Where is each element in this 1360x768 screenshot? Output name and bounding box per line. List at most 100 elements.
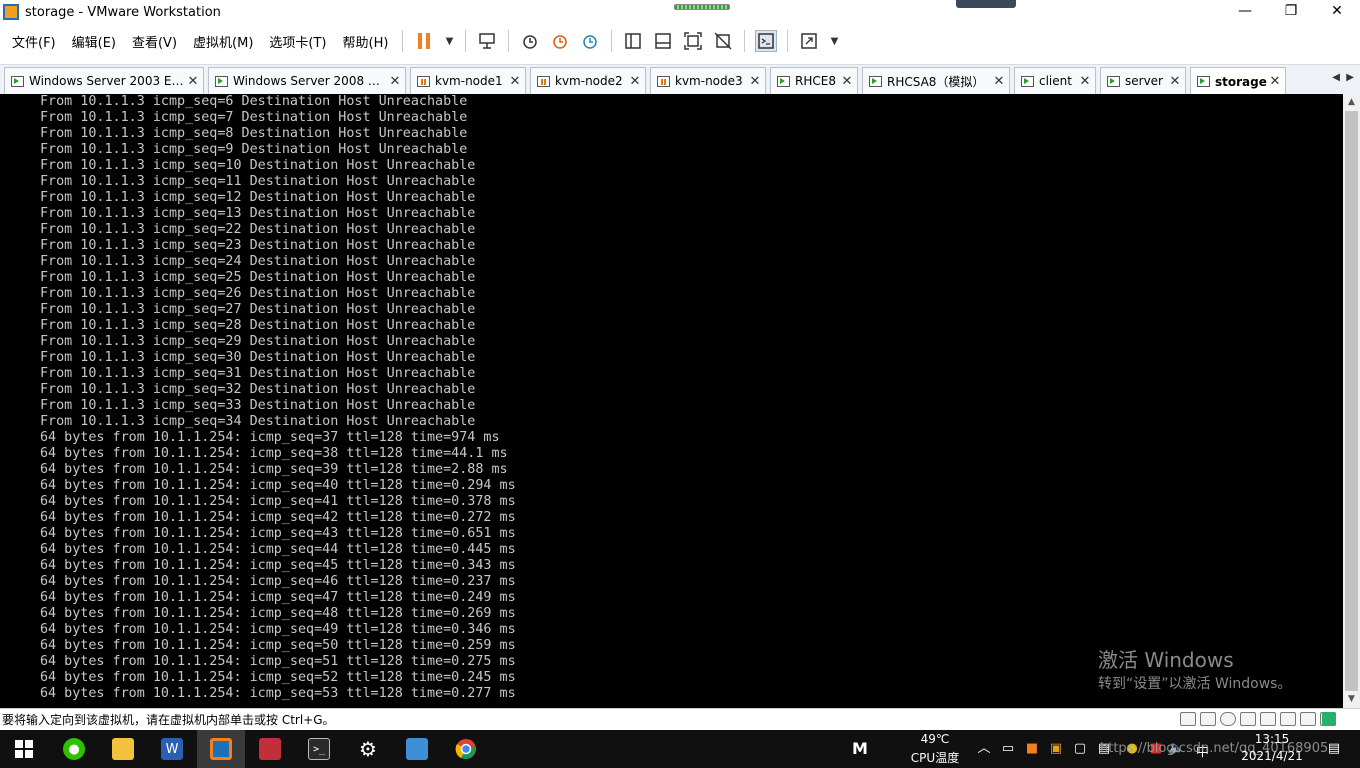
scroll-left-icon[interactable]: ◀ [1332, 72, 1340, 83]
taskbar-app-red[interactable] [246, 730, 294, 768]
scroll-up-icon[interactable]: ▲ [1343, 94, 1360, 111]
console-line: From 10.1.1.3 icmp_seq=10 Destination Ho… [40, 158, 476, 173]
snapshot-icon[interactable] [519, 30, 541, 52]
close-button[interactable]: ✕ [1314, 0, 1360, 22]
taskbar-chrome[interactable] [442, 730, 490, 768]
device-icons [1176, 712, 1336, 726]
tray-icon-b[interactable]: ■ [1024, 741, 1040, 757]
send-ctrl-alt-del-icon[interactable] [476, 30, 498, 52]
minimize-button[interactable]: — [1222, 0, 1268, 22]
menu-view[interactable]: 查看(V) [124, 32, 185, 51]
cd-rom-icon[interactable] [1220, 712, 1236, 726]
menu-edit[interactable]: 编辑(E) [64, 32, 124, 51]
console-line: From 10.1.1.3 icmp_seq=29 Destination Ho… [40, 334, 476, 349]
tab-storage[interactable]: storage ✕ [1190, 67, 1286, 95]
notification-icon[interactable]: ▤ [1326, 741, 1342, 757]
fullscreen-icon[interactable] [682, 30, 704, 52]
taskbar-vmware[interactable] [197, 730, 245, 768]
clock-date[interactable]: 2021/4/21 [1232, 749, 1312, 763]
tab-kvm-node1[interactable]: kvm-node1 ✕ [410, 67, 526, 94]
scroll-right-icon[interactable]: ▶ [1346, 72, 1354, 83]
menu-vm[interactable]: 虚拟机(M) [185, 32, 261, 51]
pause-icon[interactable] [413, 30, 435, 52]
network-adapter-icon[interactable] [1240, 712, 1256, 726]
tab-close-icon[interactable]: ✕ [627, 74, 643, 89]
pause-dropdown-icon[interactable]: ▼ [443, 30, 455, 52]
tab-label: server [1125, 74, 1163, 88]
console-line: 64 bytes from 10.1.1.254: icmp_seq=45 tt… [40, 558, 516, 573]
console-line: From 10.1.1.3 icmp_seq=24 Destination Ho… [40, 254, 476, 269]
taskbar-file-explorer[interactable] [99, 730, 147, 768]
file-explorer-icon [112, 738, 134, 760]
unity-mode-icon[interactable] [712, 30, 734, 52]
menu-help[interactable]: 帮助(H) [335, 32, 397, 51]
stretch-guest-icon[interactable] [798, 30, 820, 52]
tab-label: storage [1215, 74, 1267, 89]
tab-close-icon[interactable]: ✕ [387, 74, 403, 89]
sidebar-toggle-icon[interactable] [622, 30, 644, 52]
taskbar-word[interactable]: W [148, 730, 196, 768]
vmware-app-icon [3, 4, 19, 20]
maximize-button[interactable]: ❐ [1268, 0, 1314, 22]
network-adapter-icon[interactable] [1260, 712, 1276, 726]
vm-running-icon [1021, 75, 1034, 87]
stretch-dropdown-icon[interactable]: ▼ [828, 30, 840, 52]
tab-close-icon[interactable]: ✕ [185, 74, 201, 89]
toolbar-grip-handle[interactable] [674, 4, 730, 10]
tab-kvm-node3[interactable]: kvm-node3 ✕ [650, 67, 766, 94]
tab-server[interactable]: server ✕ [1100, 67, 1186, 94]
revert-snapshot-icon[interactable] [549, 30, 571, 52]
console-view-icon[interactable] [755, 30, 778, 52]
message-log-icon[interactable] [1322, 712, 1336, 726]
console-line: 64 bytes from 10.1.1.254: icmp_seq=42 tt… [40, 510, 516, 525]
fullscreen-bar-tab[interactable] [956, 0, 1016, 8]
tab-label: kvm-node3 [675, 74, 743, 88]
start-button[interactable] [0, 730, 48, 768]
tray-icon-c[interactable]: ▣ [1048, 741, 1064, 757]
tab-close-icon[interactable]: ✕ [507, 74, 523, 89]
tab-label: RHCE8 [795, 74, 836, 88]
vm-console[interactable]: From 10.1.1.3 icmp_seq=6 Destination Hos… [0, 94, 1343, 708]
tab-close-icon[interactable]: ✕ [991, 74, 1007, 89]
scrollbar-thumb[interactable] [1345, 111, 1358, 691]
hard-disk-icon[interactable] [1200, 712, 1216, 726]
tab-rhcsa8[interactable]: RHCSA8（模拟） ✕ [862, 67, 1010, 94]
thumbnail-bar-icon[interactable] [652, 30, 674, 52]
sound-card-icon[interactable] [1300, 712, 1316, 726]
tab-scroll-arrows[interactable]: ◀ ▶ [1332, 72, 1354, 83]
taskbar-settings[interactable]: ⚙ [344, 730, 392, 768]
console-line: From 10.1.1.3 icmp_seq=33 Destination Ho… [40, 398, 476, 413]
tab-close-icon[interactable]: ✕ [1267, 74, 1283, 89]
scroll-down-icon[interactable]: ▼ [1343, 691, 1360, 708]
taskbar-remote-desktop[interactable] [393, 730, 441, 768]
title-bar: storage - VMware Workstation — ❐ ✕ [0, 0, 1360, 24]
tab-close-icon[interactable]: ✕ [1167, 74, 1183, 89]
taskbar-terminal[interactable]: >_ [295, 730, 343, 768]
console-scrollbar[interactable]: ▲ ▼ [1343, 94, 1360, 708]
menu-file[interactable]: 文件(F) [4, 32, 64, 51]
cpu-temp-label: CPU温度 [910, 751, 960, 765]
tab-close-icon[interactable]: ✕ [1077, 74, 1093, 89]
tab-windows-server-2008[interactable]: Windows Server 2008 x64 ✕ [208, 67, 406, 94]
console-line: From 10.1.1.3 icmp_seq=12 Destination Ho… [40, 190, 476, 205]
console-line: From 10.1.1.3 icmp_seq=26 Destination Ho… [40, 286, 476, 301]
tab-rhce8[interactable]: RHCE8 ✕ [770, 67, 858, 94]
hard-disk-icon[interactable] [1180, 712, 1196, 726]
taskbar-wechat[interactable]: ● [50, 730, 98, 768]
tray-icon-a[interactable]: ▭ [1000, 741, 1016, 757]
printer-icon[interactable] [1280, 712, 1296, 726]
tab-close-icon[interactable]: ✕ [839, 74, 855, 89]
menu-tabs[interactable]: 选项卡(T) [261, 32, 334, 51]
tab-client[interactable]: client ✕ [1014, 67, 1096, 94]
console-line: From 10.1.1.3 icmp_seq=32 Destination Ho… [40, 382, 476, 397]
tray-expand-icon[interactable]: ︿ [976, 741, 992, 757]
console-line: From 10.1.1.3 icmp_seq=28 Destination Ho… [40, 318, 476, 333]
console-line: From 10.1.1.3 icmp_seq=22 Destination Ho… [40, 222, 476, 237]
clock-time[interactable]: 13:15 [1232, 732, 1312, 746]
tab-windows-server-2003[interactable]: Windows Server 2003 Enterpr... ✕ [4, 67, 204, 94]
tab-kvm-node2[interactable]: kvm-node2 ✕ [530, 67, 646, 94]
snapshot-manager-icon[interactable] [579, 30, 601, 52]
ime-indicator[interactable]: M [852, 739, 868, 758]
tray-icon-d[interactable]: ▢ [1072, 741, 1088, 757]
tab-close-icon[interactable]: ✕ [747, 74, 763, 89]
